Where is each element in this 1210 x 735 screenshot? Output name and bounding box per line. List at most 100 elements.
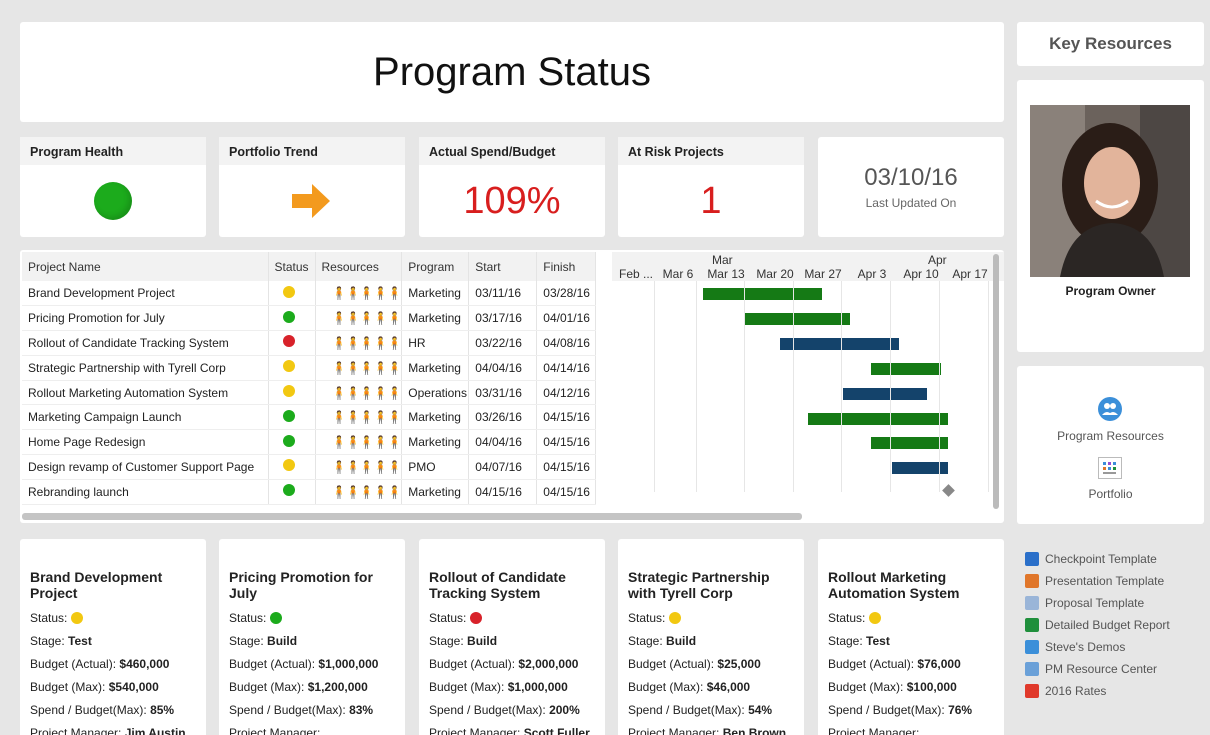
gantt-bar[interactable]: [745, 312, 850, 325]
status-cell: [268, 454, 316, 480]
project-name-cell[interactable]: Brand Development Project: [22, 281, 269, 307]
project-detail-title[interactable]: Rollout of Candidate Tracking System: [429, 569, 595, 601]
project-detail-title[interactable]: Rollout Marketing Automation System: [828, 569, 994, 601]
resources-people-icon: 🧍🧍🧍🧍🧍: [331, 360, 403, 375]
gantt-bar[interactable]: [703, 288, 822, 300]
spend-ratio-label: Spend / Budget(Max):: [229, 703, 346, 717]
document-link[interactable]: 2016 Rates: [1025, 680, 1196, 702]
finish-cell: 04/08/16: [536, 330, 597, 356]
program-cell: Marketing: [401, 305, 470, 332]
stage-label: Stage:: [30, 634, 65, 648]
key-resources-title: Key Resources: [1017, 22, 1204, 66]
budget-actual-label: Budget (Actual):: [30, 657, 117, 671]
table-row[interactable]: Strategic Partnership with Tyrell Corp 🧍🧍…: [22, 355, 597, 381]
document-label[interactable]: Proposal Template: [1045, 596, 1144, 610]
document-link[interactable]: Checkpoint Template: [1025, 548, 1196, 570]
program-owner-card: Program Owner: [1017, 80, 1204, 352]
document-link[interactable]: PM Resource Center: [1025, 658, 1196, 680]
document-label[interactable]: Steve's Demos: [1045, 640, 1125, 654]
resources-cell: 🧍🧍🧍🧍🧍: [315, 454, 403, 480]
gantt-bar[interactable]: [843, 387, 927, 400]
resources-people-icon: 🧍🧍🧍🧍🧍: [331, 335, 403, 350]
gantt-gridline: [841, 281, 842, 492]
resources-people-icon: 🧍🧍🧍🧍🧍: [331, 410, 403, 425]
resources-cell: 🧍🧍🧍🧍🧍: [315, 330, 403, 356]
status-dot-icon: [282, 385, 295, 398]
manager-label: Project Manager:: [828, 726, 920, 735]
table-row[interactable]: Rebranding launch 🧍🧍🧍🧍🧍 Marketing 04/15/16 0…: [22, 479, 597, 505]
document-link[interactable]: Proposal Template: [1025, 592, 1196, 614]
project-detail-card: Brand Development Project Status: Stage: T…: [20, 539, 206, 735]
project-name-cell[interactable]: Strategic Partnership with Tyrell Corp: [22, 355, 269, 381]
document-label[interactable]: 2016 Rates: [1045, 684, 1106, 698]
col-status[interactable]: Status: [268, 252, 316, 281]
table-row[interactable]: Home Page Redesign 🧍🧍🧍🧍🧍 Marketing 04/04/16…: [22, 429, 597, 456]
project-name-cell[interactable]: Design revamp of Customer Support Page: [22, 454, 269, 480]
project-name-cell[interactable]: Rebranding launch: [22, 479, 269, 505]
at-risk-label: At Risk Projects: [618, 137, 804, 165]
document-link[interactable]: Presentation Template: [1025, 570, 1196, 592]
table-row[interactable]: Pricing Promotion for July 🧍🧍🧍🧍🧍 Marketing…: [22, 305, 597, 332]
document-label[interactable]: Checkpoint Template: [1045, 552, 1157, 566]
document-link[interactable]: Detailed Budget Report: [1025, 614, 1196, 636]
budget-max-label: Budget (Max):: [429, 680, 505, 694]
status-dot-icon: [282, 285, 295, 298]
col-resources[interactable]: Resources: [315, 252, 403, 281]
document-icon: [1025, 574, 1039, 588]
gantt-bar[interactable]: [871, 362, 941, 375]
document-label[interactable]: Presentation Template: [1045, 574, 1164, 588]
start-cell: 03/26/16: [468, 404, 538, 431]
table-row[interactable]: Design revamp of Customer Support Page 🧍🧍…: [22, 454, 597, 480]
at-risk-value: 1: [700, 179, 722, 222]
project-detail-title[interactable]: Strategic Partnership with Tyrell Corp: [628, 569, 794, 601]
spend-ratio-value: 85%: [150, 703, 175, 717]
table-row[interactable]: Rollout of Candidate Tracking System 🧍🧍🧍🧍…: [22, 330, 597, 356]
col-start[interactable]: Start: [468, 252, 538, 281]
gantt-month-mar: Mar: [712, 253, 733, 267]
status-cell: [268, 305, 316, 332]
table-row[interactable]: Marketing Campaign Launch 🧍🧍🧍🧍🧍 Marketing 0…: [22, 404, 597, 431]
project-name-cell[interactable]: Rollout Marketing Automation System: [22, 380, 269, 406]
program-cell: PMO: [401, 454, 470, 480]
table-row[interactable]: Brand Development Project 🧍🧍🧍🧍🧍 Marketing 0…: [22, 281, 597, 307]
stage-value: Build: [267, 634, 298, 648]
portfolio-icon[interactable]: [1098, 457, 1122, 479]
gantt-week-label: Feb ...: [618, 267, 653, 281]
project-detail-title[interactable]: Pricing Promotion for July: [229, 569, 395, 601]
document-label[interactable]: PM Resource Center: [1045, 662, 1157, 676]
gantt-milestone-icon[interactable]: [942, 484, 955, 498]
spend-ratio-label: Spend / Budget(Max):: [30, 703, 147, 717]
project-name-cell[interactable]: Marketing Campaign Launch: [22, 404, 269, 431]
gantt-bar[interactable]: [871, 437, 948, 450]
project-detail-card: Rollout Marketing Automation System Statu…: [818, 539, 1004, 735]
document-label[interactable]: Detailed Budget Report: [1045, 618, 1170, 632]
col-finish[interactable]: Finish: [536, 252, 597, 281]
table-row[interactable]: Rollout Marketing Automation System 🧍🧍🧍🧍🧍…: [22, 380, 597, 406]
resources-cell: 🧍🧍🧍🧍🧍: [315, 305, 403, 332]
spend-budget-label: Actual Spend/Budget: [419, 137, 605, 165]
col-program[interactable]: Program: [401, 252, 470, 281]
status-dot-icon: [270, 612, 283, 624]
people-icon[interactable]: [1098, 397, 1122, 421]
table-horizontal-scrollbar[interactable]: [22, 513, 802, 520]
project-name-cell[interactable]: Pricing Promotion for July: [22, 305, 269, 332]
program-resources-link[interactable]: Program Resources: [1017, 429, 1204, 443]
last-updated-card: 03/10/16 Last Updated On: [818, 137, 1004, 237]
start-cell: 04/15/16: [468, 479, 538, 505]
resources-cell: 🧍🧍🧍🧍🧍: [315, 380, 403, 406]
gantt-bar[interactable]: [780, 337, 899, 350]
project-detail-title[interactable]: Brand Development Project: [30, 569, 196, 601]
col-project-name[interactable]: Project Name: [22, 252, 269, 281]
program-cell: Marketing: [401, 429, 470, 456]
gantt-week-label: Mar 6: [662, 267, 694, 281]
manager-label: Project Manager:: [229, 726, 321, 735]
gantt-bar[interactable]: [808, 412, 948, 425]
gantt-header: Mar Apr Feb ... Mar 6 Mar 13 Mar 20 Mar 27 Ap…: [612, 252, 1004, 281]
page-title: Program Status: [373, 49, 651, 94]
project-name-cell[interactable]: Home Page Redesign: [22, 429, 269, 456]
portfolio-link[interactable]: Portfolio: [1017, 487, 1204, 501]
gantt-month-apr: Apr: [928, 253, 947, 267]
project-name-cell[interactable]: Rollout of Candidate Tracking System: [22, 330, 269, 356]
document-link[interactable]: Steve's Demos: [1025, 636, 1196, 658]
table-vertical-scrollbar[interactable]: [993, 254, 999, 509]
